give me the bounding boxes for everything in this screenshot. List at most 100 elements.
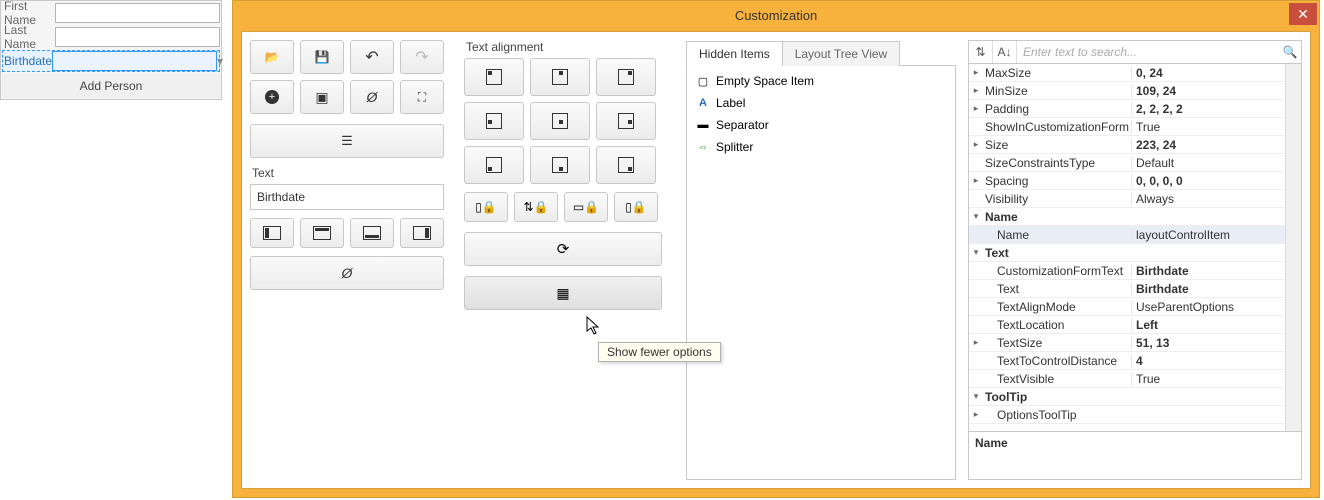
property-grid[interactable]: ▸MaxSize0, 24▸MinSize109, 24▸Padding2, 2… [968,64,1302,432]
expand-icon[interactable]: ▾ [969,247,983,258]
property-value[interactable]: 0, 24 [1131,66,1301,80]
birthdate-input[interactable] [52,51,217,71]
expand-icon[interactable]: ▸ [969,67,983,78]
property-row[interactable]: TextLocationLeft [969,316,1301,334]
expand-icon[interactable]: ▸ [969,85,983,96]
property-row[interactable]: CustomizationFormTextBirthdate [969,262,1301,280]
text-left-button[interactable] [250,218,294,248]
property-row[interactable]: ▾ToolTip [969,388,1301,406]
property-search-input[interactable] [1017,41,1279,63]
property-row[interactable]: ▸Size223, 24 [969,136,1301,154]
undo-button[interactable] [350,40,394,74]
text-bottom-button[interactable] [350,218,394,248]
property-value[interactable]: Birthdate [1131,264,1301,278]
expand-icon[interactable]: ▸ [969,337,983,348]
property-value[interactable]: 223, 24 [1131,138,1301,152]
property-value[interactable]: True [1131,120,1301,134]
property-value[interactable]: Default [1131,156,1301,170]
align-bl-button[interactable] [464,146,524,184]
lock-left-button[interactable]: ▯🔒 [464,192,508,222]
gear-icon [556,285,569,302]
lock-height-button[interactable]: ▯🔒 [614,192,658,222]
property-value[interactable]: 4 [1131,354,1301,368]
property-row[interactable]: TextToControlDistance4 [969,352,1301,370]
property-row[interactable]: ▸OptionsToolTip [969,406,1301,424]
save-button[interactable] [300,40,344,74]
hidden-item-splitter[interactable]: ⇔Splitter [691,136,951,158]
options-button[interactable] [464,276,662,310]
lock-icon: ⇅🔒 [524,200,549,214]
reset-button[interactable] [464,232,662,266]
tab-hidden-items[interactable]: Hidden Items [686,41,783,66]
align-tl-button[interactable] [464,58,524,96]
align-br-button[interactable] [596,146,656,184]
tree-view-button[interactable] [250,124,444,158]
expand-icon[interactable]: ▸ [969,139,983,150]
align-mc-button[interactable] [530,102,590,140]
align-bc-button[interactable] [530,146,590,184]
item-text-input[interactable] [250,184,444,210]
search-icon[interactable]: 🔍 [1279,45,1301,59]
hidden-item-empty-space[interactable]: ▢Empty Space Item [691,70,951,92]
property-value[interactable]: 51, 13 [1131,336,1301,350]
property-row[interactable]: ▾Text [969,244,1301,262]
expand-icon[interactable]: ▸ [969,409,983,420]
property-value[interactable]: 109, 24 [1131,84,1301,98]
select-button[interactable] [400,80,444,114]
add-person-button[interactable]: Add Person [2,74,220,98]
field-birthdate[interactable]: Birthdate ▾ [2,50,220,72]
expand-icon[interactable]: ▸ [969,103,983,114]
property-value[interactable]: 2, 2, 2, 2 [1131,102,1301,116]
align-tc-button[interactable] [530,58,590,96]
expand-icon[interactable]: ▾ [969,391,983,402]
chevron-down-icon[interactable]: ▾ [217,54,223,68]
property-value[interactable]: layoutControlItem [1131,228,1301,242]
categorized-button[interactable]: ⇅ [969,41,993,63]
align-ml-button[interactable] [464,102,524,140]
property-row[interactable]: TextAlignModeUseParentOptions [969,298,1301,316]
lock-top-button[interactable]: ▭🔒 [564,192,608,222]
property-value[interactable]: True [1131,372,1301,386]
property-row[interactable]: VisibilityAlways [969,190,1301,208]
align-mr-button[interactable] [596,102,656,140]
redo-button[interactable] [400,40,444,74]
property-row[interactable]: TextVisibleTrue [969,370,1301,388]
first-name-input[interactable] [55,3,220,23]
property-row[interactable]: ▸MaxSize0, 24 [969,64,1301,82]
property-row[interactable]: ▸MinSize109, 24 [969,82,1301,100]
expand-icon[interactable]: ▸ [969,175,983,186]
hide-text-button[interactable] [250,256,444,290]
property-row[interactable]: TextBirthdate [969,280,1301,298]
save-icon [315,50,330,64]
tab-layout-tree[interactable]: Layout Tree View [782,41,901,66]
property-value[interactable]: Left [1131,318,1301,332]
hidden-item-separator[interactable]: ▬Separator [691,114,951,136]
hidden-item-label[interactable]: ALabel [691,92,951,114]
alphabetical-button[interactable]: A↓ [993,41,1017,63]
property-row[interactable]: ShowInCustomizationFormTrue [969,118,1301,136]
open-button[interactable] [250,40,294,74]
property-value[interactable]: Birthdate [1131,282,1301,296]
property-row[interactable]: ▸TextSize51, 13 [969,334,1301,352]
align-tl-icon [486,69,502,85]
last-name-input[interactable] [55,27,220,47]
close-button[interactable]: ✕ [1289,3,1317,25]
property-row[interactable]: NamelayoutControlItem [969,226,1301,244]
property-value[interactable]: UseParentOptions [1131,300,1301,314]
add-tab-button[interactable] [300,80,344,114]
titlebar[interactable]: Customization ✕ [233,1,1319,29]
lock-width-button[interactable]: ⇅🔒 [514,192,558,222]
property-row[interactable]: ▸Spacing0, 0, 0, 0 [969,172,1301,190]
scrollbar[interactable] [1285,64,1301,431]
align-tr-button[interactable] [596,58,656,96]
text-right-button[interactable] [400,218,444,248]
property-row[interactable]: SizeConstraintsTypeDefault [969,154,1301,172]
property-value[interactable]: 0, 0, 0, 0 [1131,174,1301,188]
hide-button[interactable] [350,80,394,114]
text-top-button[interactable] [300,218,344,248]
property-row[interactable]: ▸Padding2, 2, 2, 2 [969,100,1301,118]
expand-icon[interactable]: ▾ [969,211,983,222]
add-item-button[interactable] [250,80,294,114]
property-value[interactable]: Always [1131,192,1301,206]
property-row[interactable]: ▾Name [969,208,1301,226]
